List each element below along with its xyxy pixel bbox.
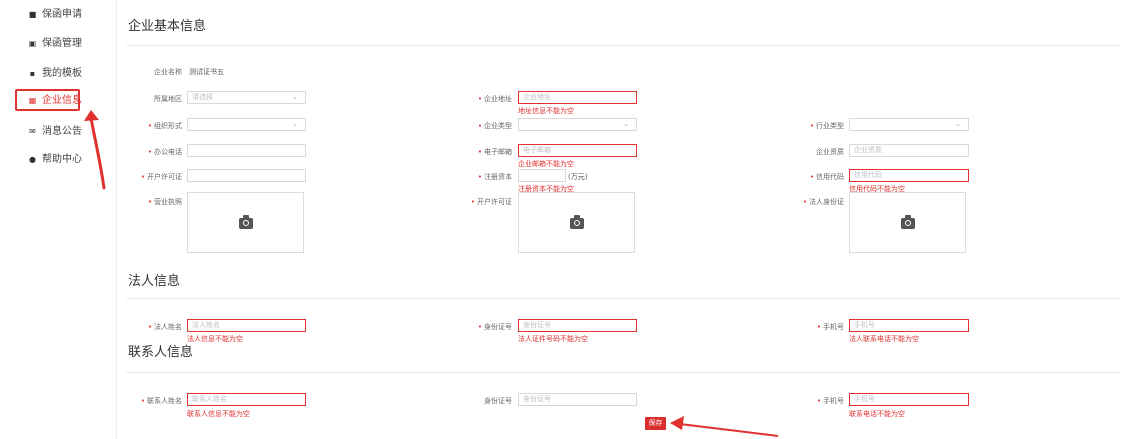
sidebar-arrowhead <box>84 110 99 121</box>
save-arrow-line <box>679 423 779 437</box>
annotation-arrows <box>84 110 779 437</box>
save-arrowhead <box>670 416 684 430</box>
sidebar-arrow-line <box>89 116 106 190</box>
